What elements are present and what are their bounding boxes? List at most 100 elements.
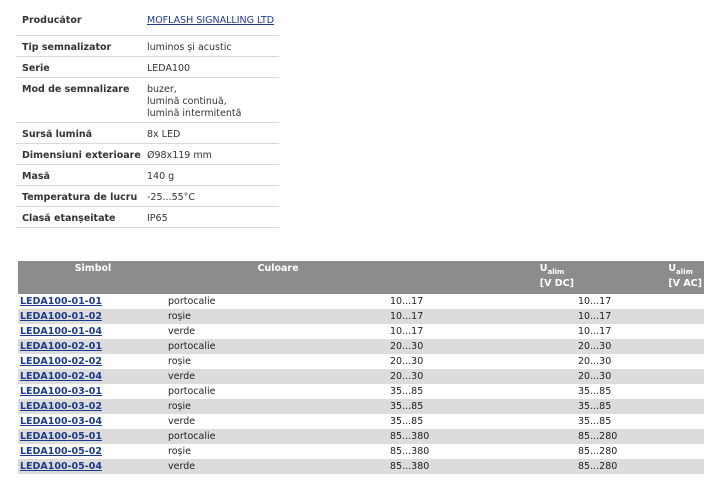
header-voltage-ac: Ualim [V AC]: [576, 261, 704, 294]
cell-color: roșie: [168, 444, 388, 459]
product-link[interactable]: LEDA100-03-02: [20, 401, 102, 412]
cell-vdc: 20...30: [388, 369, 576, 384]
products-body: LEDA100-01-01 portocalie 10...17 10...17…: [18, 294, 704, 474]
cell-vac: 35...85: [576, 399, 704, 414]
cell-color: portocalie: [168, 294, 388, 309]
spec-row-dimensions: Dimensiuni exterioare Ø98x119 mm: [16, 143, 279, 165]
product-link[interactable]: LEDA100-01-04: [20, 326, 102, 337]
cell-vac: 85...280: [576, 444, 704, 459]
products-table: Simbol Culoare Ualim [V DC] Ualim [V AC]…: [18, 261, 704, 474]
table-row: LEDA100-02-04 verde 20...30 20...30: [18, 369, 704, 384]
products-header-row: Simbol Culoare Ualim [V DC] Ualim [V AC]: [18, 261, 704, 294]
cell-vdc: 35...85: [388, 384, 576, 399]
table-row: LEDA100-03-02 roșie 35...85 35...85: [18, 399, 704, 414]
table-row: LEDA100-01-04 verde 10...17 10...17: [18, 324, 704, 339]
product-link[interactable]: LEDA100-05-01: [20, 431, 102, 442]
cell-vac: 35...85: [576, 384, 704, 399]
cell-vdc: 10...17: [388, 309, 576, 324]
spec-key: Temperatura de lucru: [16, 185, 141, 207]
cell-vac: 35...85: [576, 414, 704, 429]
cell-vac: 20...30: [576, 369, 704, 384]
table-row: LEDA100-05-01 portocalie 85...380 85...2…: [18, 429, 704, 444]
product-link[interactable]: LEDA100-02-02: [20, 356, 102, 367]
cell-vac: 10...17: [576, 324, 704, 339]
cell-vdc: 10...17: [388, 324, 576, 339]
spec-key: Mod de semnalizare: [16, 77, 141, 123]
product-link[interactable]: LEDA100-02-04: [20, 371, 102, 382]
cell-color: roșie: [168, 354, 388, 369]
spec-value: luminos și acustic: [141, 35, 279, 57]
cell-vdc: 85...380: [388, 459, 576, 474]
header-u-subscript: alim: [547, 267, 565, 276]
header-u-subscript: alim: [676, 267, 693, 276]
spec-key: Clasă etanșeitate: [16, 206, 141, 228]
product-link[interactable]: LEDA100-05-04: [20, 461, 102, 472]
spec-key: Dimensiuni exterioare: [16, 143, 141, 165]
spec-value: -25...55°C: [141, 185, 279, 207]
spec-key: Tip semnalizator: [16, 35, 141, 57]
cell-color: roșie: [168, 399, 388, 414]
cell-vdc: 85...380: [388, 429, 576, 444]
product-link[interactable]: LEDA100-01-01: [20, 296, 102, 307]
header-voltage-dc: Ualim [V DC]: [388, 261, 576, 294]
spec-value: 8x LED: [141, 122, 279, 144]
spec-value: LEDA100: [141, 56, 279, 78]
spec-key: Producător: [16, 9, 141, 36]
spec-row-mass: Masă 140 g: [16, 164, 279, 186]
table-row: LEDA100-02-01 portocalie 20...30 20...30: [18, 339, 704, 354]
cell-vac: 20...30: [576, 339, 704, 354]
spec-row-temperature: Temperatura de lucru -25...55°C: [16, 185, 279, 207]
product-link[interactable]: LEDA100-02-01: [20, 341, 102, 352]
cell-vac: 85...280: [576, 459, 704, 474]
cell-vdc: 35...85: [388, 414, 576, 429]
cell-color: portocalie: [168, 339, 388, 354]
spec-row-ip-class: Clasă etanșeitate IP65: [16, 206, 279, 228]
cell-vdc: 20...30: [388, 354, 576, 369]
cell-color: verde: [168, 459, 388, 474]
spec-value-line: buzer,: [147, 84, 177, 95]
product-link[interactable]: LEDA100-01-02: [20, 311, 102, 322]
spec-row-mode: Mod de semnalizare buzer, lumină continu…: [16, 77, 279, 123]
cell-color: verde: [168, 369, 388, 384]
product-link[interactable]: LEDA100-03-01: [20, 386, 102, 397]
cell-vac: 10...17: [576, 294, 704, 309]
spec-value-line: lumină intermitentă: [147, 108, 242, 119]
table-row: LEDA100-03-04 verde 35...85 35...85: [18, 414, 704, 429]
spec-value: Ø98x119 mm: [141, 143, 279, 165]
spec-key: Sursă lumină: [16, 122, 141, 144]
cell-color: portocalie: [168, 429, 388, 444]
table-row: LEDA100-03-01 portocalie 35...85 35...85: [18, 384, 704, 399]
spec-key: Serie: [16, 56, 141, 78]
spec-value-line: lumină continuă,: [147, 96, 227, 107]
spec-row-type: Tip semnalizator luminos și acustic: [16, 35, 279, 57]
cell-vac: 20...30: [576, 354, 704, 369]
table-row: LEDA100-05-04 verde 85...380 85...280: [18, 459, 704, 474]
producer-link[interactable]: MOFLASH SIGNALLING LTD: [147, 15, 274, 26]
cell-color: portocalie: [168, 384, 388, 399]
specifications-table: Producător MOFLASH SIGNALLING LTD Tip se…: [16, 9, 279, 228]
cell-color: roșie: [168, 309, 388, 324]
product-link[interactable]: LEDA100-05-02: [20, 446, 102, 457]
table-row: LEDA100-05-02 roșie 85...380 85...280: [18, 444, 704, 459]
header-culoare: Culoare: [168, 261, 388, 294]
header-vdc-unit: [V DC]: [539, 277, 574, 289]
cell-vac: 10...17: [576, 309, 704, 324]
table-row: LEDA100-02-02 roșie 20...30 20...30: [18, 354, 704, 369]
header-u-label: U: [668, 263, 677, 274]
cell-vdc: 85...380: [388, 444, 576, 459]
product-link[interactable]: LEDA100-03-04: [20, 416, 102, 427]
table-row: LEDA100-01-01 portocalie 10...17 10...17: [18, 294, 704, 309]
cell-vdc: 35...85: [388, 399, 576, 414]
cell-vdc: 20...30: [388, 339, 576, 354]
header-vac-unit: [V AC]: [668, 277, 702, 289]
spec-row-series: Serie LEDA100: [16, 56, 279, 78]
cell-color: verde: [168, 324, 388, 339]
cell-vac: 85...280: [576, 429, 704, 444]
header-u-label: U: [539, 263, 548, 274]
spec-row-light-source: Sursă lumină 8x LED: [16, 122, 279, 144]
spec-row-producer: Producător MOFLASH SIGNALLING LTD: [16, 9, 279, 36]
table-row: LEDA100-01-02 roșie 10...17 10...17: [18, 309, 704, 324]
spec-value: IP65: [141, 206, 279, 228]
cell-vdc: 10...17: [388, 294, 576, 309]
cell-color: verde: [168, 414, 388, 429]
